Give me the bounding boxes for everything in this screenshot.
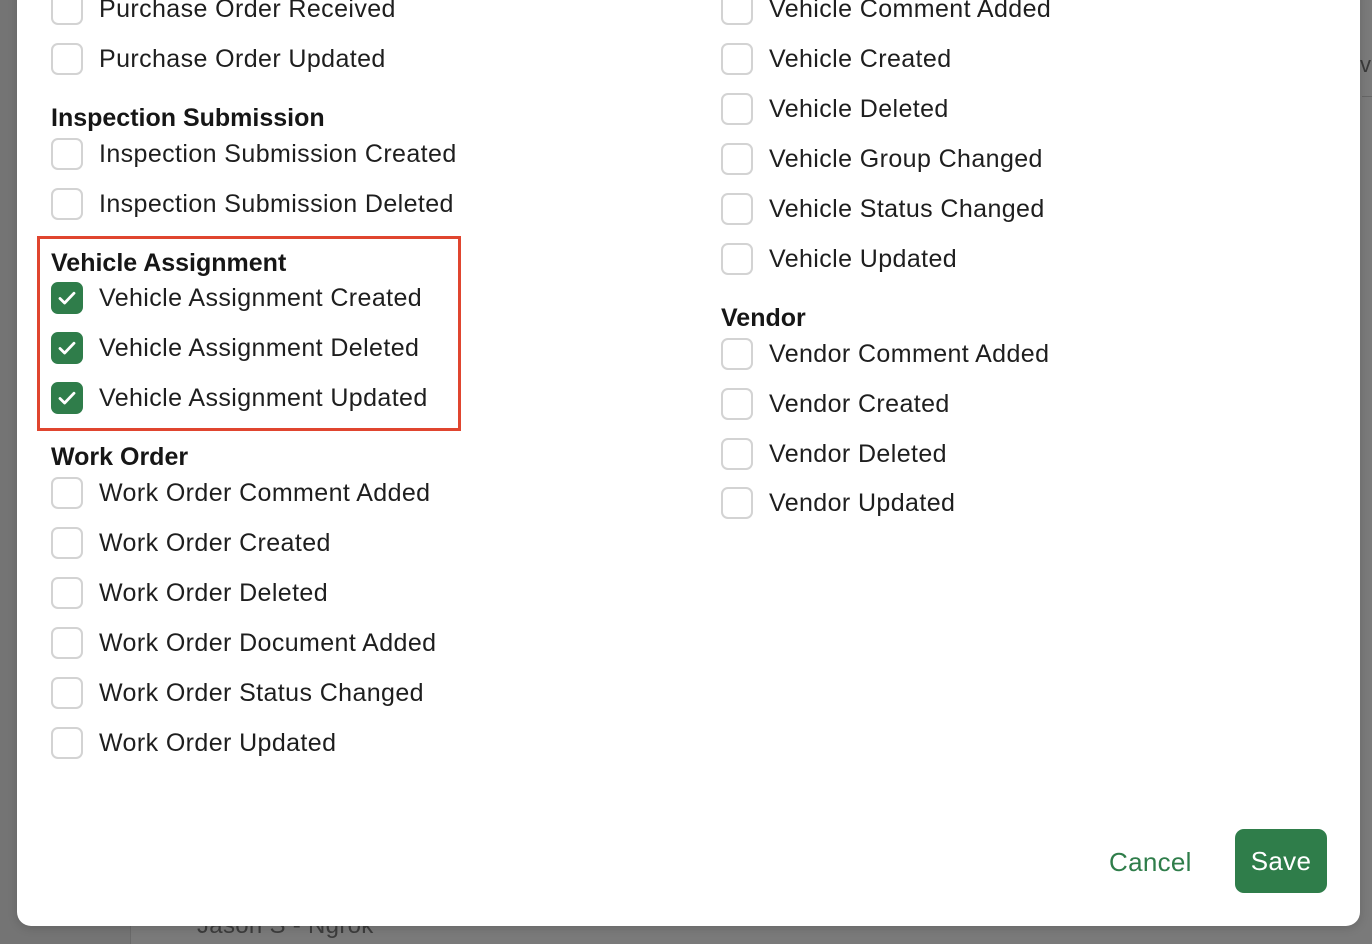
checkbox[interactable] (51, 577, 83, 609)
group-title-vendor: Vendor (721, 304, 806, 332)
event-label: Purchase Order Updated (99, 44, 386, 73)
event-option[interactable]: Purchase Order Updated (51, 42, 386, 76)
event-option[interactable]: Vehicle Status Changed (721, 192, 1045, 226)
checkbox[interactable] (51, 677, 83, 709)
checkbox[interactable] (721, 438, 753, 470)
event-label: Vendor Created (769, 389, 950, 418)
event-option[interactable]: Vendor Updated (721, 486, 955, 520)
background-divider (1362, 96, 1372, 97)
event-label: Work Order Deleted (99, 578, 329, 607)
event-option[interactable]: Vendor Comment Added (721, 337, 1049, 371)
event-option[interactable]: Vehicle Group Changed (721, 142, 1043, 176)
checkbox[interactable] (51, 527, 83, 559)
event-label: Vehicle Comment Added (769, 0, 1052, 23)
checkbox[interactable] (51, 43, 83, 75)
checkbox[interactable] (51, 727, 83, 759)
checkbox[interactable] (721, 193, 753, 225)
event-option[interactable]: Work Order Status Changed (51, 676, 424, 710)
event-label: Purchase Order Received (99, 0, 396, 23)
checkbox[interactable] (721, 338, 753, 370)
event-option[interactable]: Vehicle Created (721, 42, 952, 76)
event-label: Vendor Comment Added (769, 339, 1050, 368)
event-option[interactable]: Purchase Order Received (51, 0, 396, 26)
event-label: Work Order Updated (99, 728, 337, 757)
event-label: Work Order Comment Added (99, 478, 431, 507)
event-label: Vehicle Status Changed (769, 194, 1045, 223)
group-title-work-order: Work Order (51, 443, 189, 471)
event-option[interactable]: Work Order Updated (51, 726, 336, 760)
checkbox[interactable] (51, 188, 83, 220)
checkbox[interactable] (51, 138, 83, 170)
background-right-text: v (1360, 52, 1371, 77)
checkbox[interactable] (721, 93, 753, 125)
event-option[interactable]: Work Order Comment Added (51, 476, 431, 510)
event-option[interactable]: Vendor Created (721, 387, 950, 421)
event-option[interactable]: Inspection Submission Deleted (51, 187, 454, 221)
checkbox[interactable] (721, 487, 753, 519)
event-option[interactable]: Work Order Document Added (51, 626, 436, 660)
checkbox[interactable] (721, 388, 753, 420)
highlight-box (37, 236, 461, 431)
checkbox[interactable] (51, 627, 83, 659)
event-label: Vehicle Created (769, 44, 952, 73)
event-label: Inspection Submission Deleted (99, 189, 454, 218)
event-option[interactable]: Work Order Created (51, 526, 331, 560)
checkbox[interactable] (721, 143, 753, 175)
event-label: Work Order Status Changed (99, 678, 424, 707)
group-title-inspection-submission: Inspection Submission (51, 104, 325, 132)
event-option[interactable]: Vendor Deleted (721, 437, 947, 471)
event-option[interactable]: Work Order Deleted (51, 576, 328, 610)
event-label: Inspection Submission Created (99, 139, 457, 168)
event-label: Vendor Updated (769, 488, 956, 517)
checkbox[interactable] (721, 0, 753, 25)
checkbox[interactable] (721, 243, 753, 275)
event-label: Vehicle Updated (769, 244, 958, 273)
event-label: Vehicle Deleted (769, 94, 949, 123)
event-option[interactable]: Inspection Submission Created (51, 137, 457, 171)
cancel-button[interactable]: Cancel (1109, 842, 1192, 882)
event-option[interactable]: Vehicle Updated (721, 242, 957, 276)
event-label: Work Order Document Added (99, 628, 437, 657)
event-option[interactable]: Vehicle Deleted (721, 92, 949, 126)
checkbox[interactable] (51, 0, 83, 25)
save-button[interactable]: Save (1235, 829, 1327, 893)
checkbox[interactable] (721, 43, 753, 75)
webhook-events-modal: Purchase Order Received Purchase Order U… (17, 0, 1360, 926)
event-label: Vehicle Group Changed (769, 144, 1043, 173)
event-option[interactable]: Vehicle Comment Added (721, 0, 1051, 26)
checkbox[interactable] (51, 477, 83, 509)
event-label: Vendor Deleted (769, 439, 947, 468)
event-label: Work Order Created (99, 528, 331, 557)
